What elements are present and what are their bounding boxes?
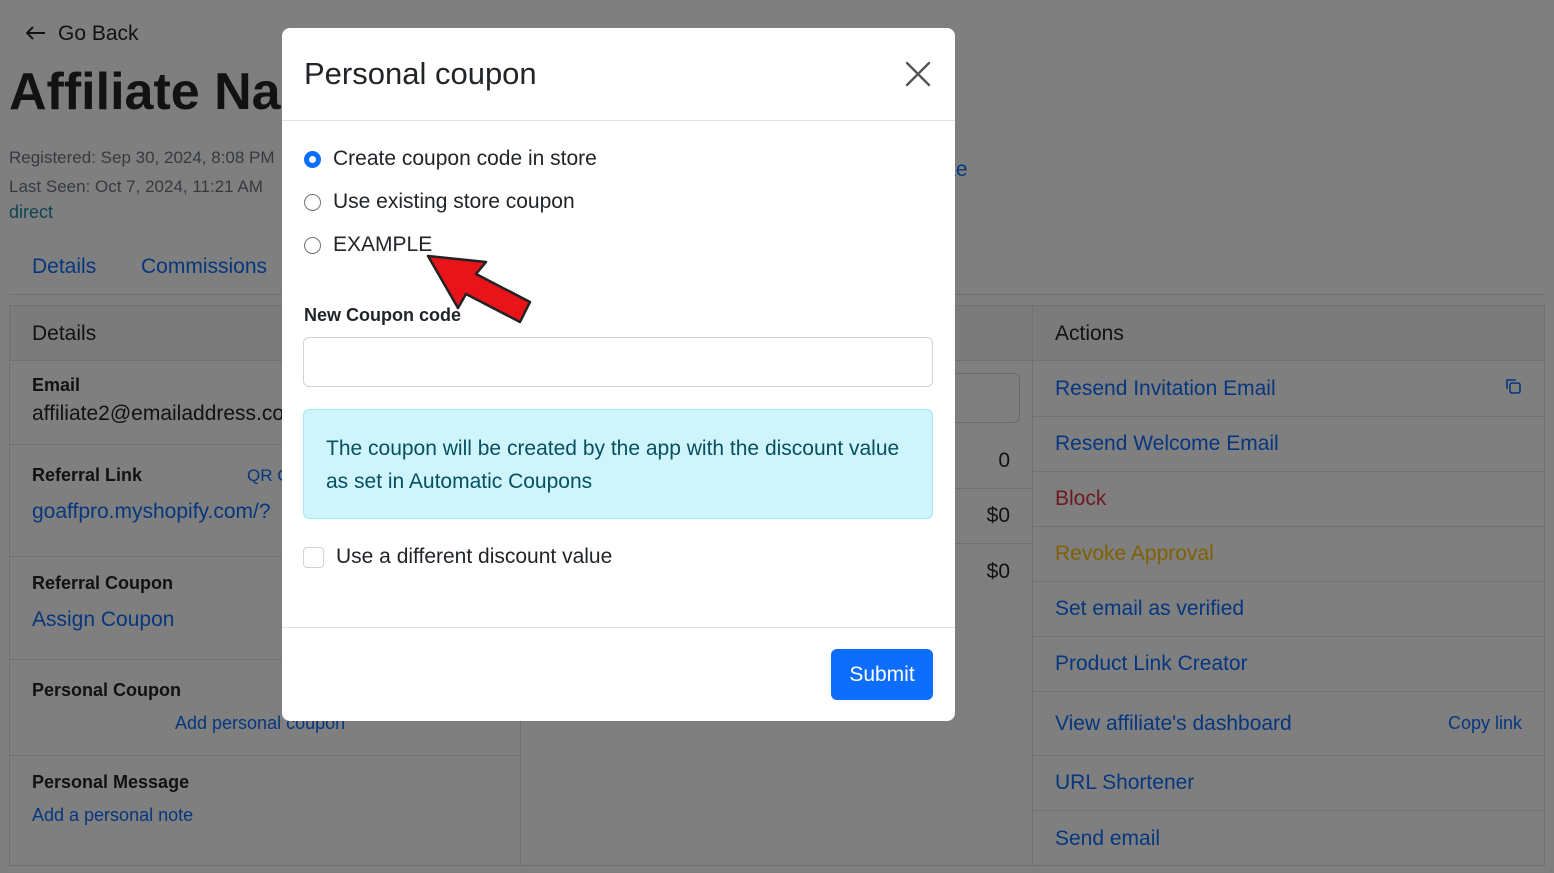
radio-button[interactable]: [304, 193, 321, 211]
option-example[interactable]: EXAMPLE: [304, 233, 432, 257]
submit-button[interactable]: Submit: [831, 649, 933, 700]
different-discount-option[interactable]: Use a different discount value: [303, 545, 612, 569]
option-label: Use existing store coupon: [333, 190, 575, 213]
different-discount-label: Use a different discount value: [336, 545, 613, 568]
option-create-coupon[interactable]: Create coupon code in store: [304, 147, 597, 171]
radio-button[interactable]: [304, 236, 321, 254]
option-label: Create coupon code in store: [333, 147, 597, 170]
red-arrow-pointer-icon: [426, 254, 532, 324]
radio-button[interactable]: [304, 150, 321, 168]
modal-header: Personal coupon: [282, 28, 955, 121]
new-coupon-code-input[interactable]: [303, 337, 933, 387]
modal-footer: Submit: [282, 627, 955, 721]
personal-coupon-modal: Personal coupon Create coupon code in st…: [282, 28, 955, 721]
checkbox[interactable]: [303, 546, 324, 568]
option-label: EXAMPLE: [333, 233, 433, 256]
modal-title: Personal coupon: [304, 56, 537, 91]
option-existing-coupon[interactable]: Use existing store coupon: [304, 190, 575, 214]
close-icon[interactable]: [903, 59, 933, 89]
info-alert: The coupon will be created by the app wi…: [303, 409, 933, 519]
modal-body: Create coupon code in store Use existing…: [282, 121, 955, 627]
